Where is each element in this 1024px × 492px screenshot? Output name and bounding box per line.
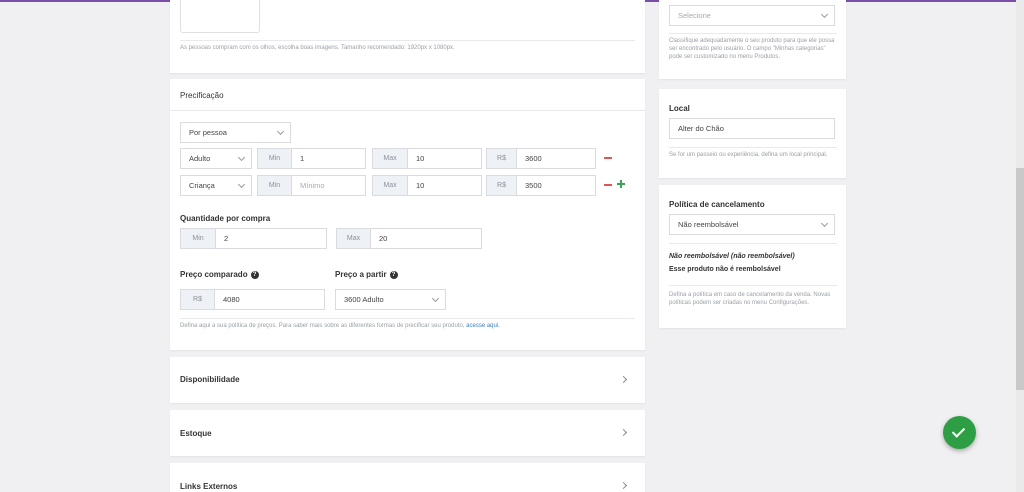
- price-input[interactable]: 3600: [516, 148, 596, 169]
- divider: [669, 285, 837, 286]
- chevron-down-icon: [820, 219, 829, 228]
- pricing-card: Precificação Por pessoa Adulto Min 1 Max…: [170, 79, 645, 350]
- pricing-help-link[interactable]: acesse aqui.: [466, 323, 500, 329]
- divider: [180, 40, 635, 41]
- pricing-mode-select[interactable]: Por pessoa: [180, 122, 291, 143]
- chevron-down-icon: [431, 294, 440, 303]
- ticket-type-value: Criança: [189, 181, 215, 190]
- currency-addon: R$: [180, 289, 215, 310]
- location-hint: Se for um passeio ou experiência, defina…: [669, 152, 828, 158]
- plus-bar: [620, 180, 622, 188]
- quantity-min-input[interactable]: 2: [215, 228, 327, 249]
- pricing-footer: Defina aqui a sua política de preços. Pa…: [180, 322, 635, 330]
- currency-addon: R$: [486, 148, 517, 169]
- quantity-max-input[interactable]: 20: [370, 228, 482, 249]
- divider: [180, 318, 635, 319]
- stock-title: Estoque: [180, 429, 212, 438]
- quantity-title: Quantidade por compra: [180, 214, 271, 223]
- from-price-value: 3600 Adulto: [344, 295, 384, 304]
- pricing-footer-text: Defina aqui a sua política de preços. Pa…: [180, 323, 467, 329]
- divider: [170, 110, 645, 111]
- min-addon: Min: [257, 175, 292, 196]
- remove-row-icon[interactable]: [604, 157, 612, 159]
- compared-price-label-text: Preço comparado: [180, 270, 248, 279]
- check-icon: [951, 424, 966, 438]
- divider: [669, 147, 837, 148]
- from-price-label: Preço a partir?: [335, 270, 398, 279]
- min-addon: Min: [257, 148, 292, 169]
- external-links-section[interactable]: Links Externos: [170, 463, 645, 492]
- pricing-title: Precificação: [180, 91, 224, 100]
- image-hint: As pessoas compram com os olhos, escolha…: [180, 45, 455, 51]
- chevron-down-icon: [237, 153, 246, 162]
- max-addon: Max: [336, 228, 371, 249]
- image-section-card: As pessoas compram com os olhos, escolha…: [170, 0, 645, 73]
- cancellation-policy-name: Não reembolsável (não reembolsável): [669, 253, 795, 260]
- max-addon: Max: [372, 175, 408, 196]
- min-input[interactable]: Mínimo: [291, 175, 366, 196]
- cancellation-hint: Defina a política em caso de cancelament…: [669, 292, 831, 306]
- from-price-label-text: Preço a partir: [335, 270, 387, 279]
- external-links-title: Links Externos: [180, 482, 238, 491]
- save-button[interactable]: [943, 416, 976, 449]
- availability-section[interactable]: Disponibilidade: [170, 357, 645, 403]
- ticket-type-select[interactable]: Adulto: [180, 148, 252, 169]
- ticket-type-value: Adulto: [189, 154, 211, 163]
- chevron-right-icon: [619, 428, 628, 437]
- min-addon: Min: [180, 228, 216, 249]
- add-row-icon[interactable]: [617, 180, 625, 188]
- chevron-down-icon: [820, 10, 829, 19]
- category-placeholder: Selecione: [678, 11, 711, 20]
- availability-title: Disponibilidade: [180, 375, 240, 384]
- location-title: Local: [669, 104, 690, 113]
- cancellation-select[interactable]: Não reembolsável: [669, 214, 835, 235]
- price-input[interactable]: 3500: [516, 175, 596, 196]
- chevron-down-icon: [276, 127, 285, 136]
- remove-row-icon[interactable]: [604, 184, 612, 186]
- category-select[interactable]: Selecione: [669, 5, 835, 26]
- max-input[interactable]: 10: [407, 175, 482, 196]
- min-input[interactable]: 1: [291, 148, 366, 169]
- location-input[interactable]: Alter do Chão: [669, 118, 835, 139]
- divider: [669, 33, 837, 34]
- max-addon: Max: [372, 148, 408, 169]
- cancellation-value: Não reembolsável: [678, 220, 739, 229]
- stock-section[interactable]: Estoque: [170, 410, 645, 456]
- help-icon[interactable]: ?: [250, 271, 259, 279]
- divider: [669, 243, 837, 244]
- pricing-mode-value: Por pessoa: [189, 128, 227, 137]
- max-input[interactable]: 10: [407, 148, 482, 169]
- category-card: Selecione Classifique adequadamente o se…: [659, 0, 846, 79]
- from-price-select[interactable]: 3600 Adulto: [335, 289, 446, 310]
- compared-price-input[interactable]: 4080: [214, 289, 325, 310]
- cancellation-card: Política de cancelamento Não reembolsáve…: [659, 185, 846, 328]
- image-upload-box[interactable]: [180, 0, 260, 33]
- location-card: Local Alter do Chão Se for um passeio ou…: [659, 89, 846, 178]
- scrollbar-thumb[interactable]: [1016, 168, 1024, 390]
- ticket-type-select[interactable]: Criança: [180, 175, 252, 196]
- cancellation-title: Política de cancelamento: [669, 200, 765, 209]
- compared-price-label: Preço comparado?: [180, 270, 259, 279]
- chevron-right-icon: [619, 481, 628, 490]
- chevron-right-icon: [619, 375, 628, 384]
- cancellation-policy-desc: Esse produto não é reembolsável: [669, 266, 781, 273]
- chevron-down-icon: [237, 180, 246, 189]
- category-hint: Classifique adequadamente o seu produto …: [669, 38, 835, 60]
- help-icon[interactable]: ?: [389, 271, 398, 279]
- currency-addon: R$: [486, 175, 517, 196]
